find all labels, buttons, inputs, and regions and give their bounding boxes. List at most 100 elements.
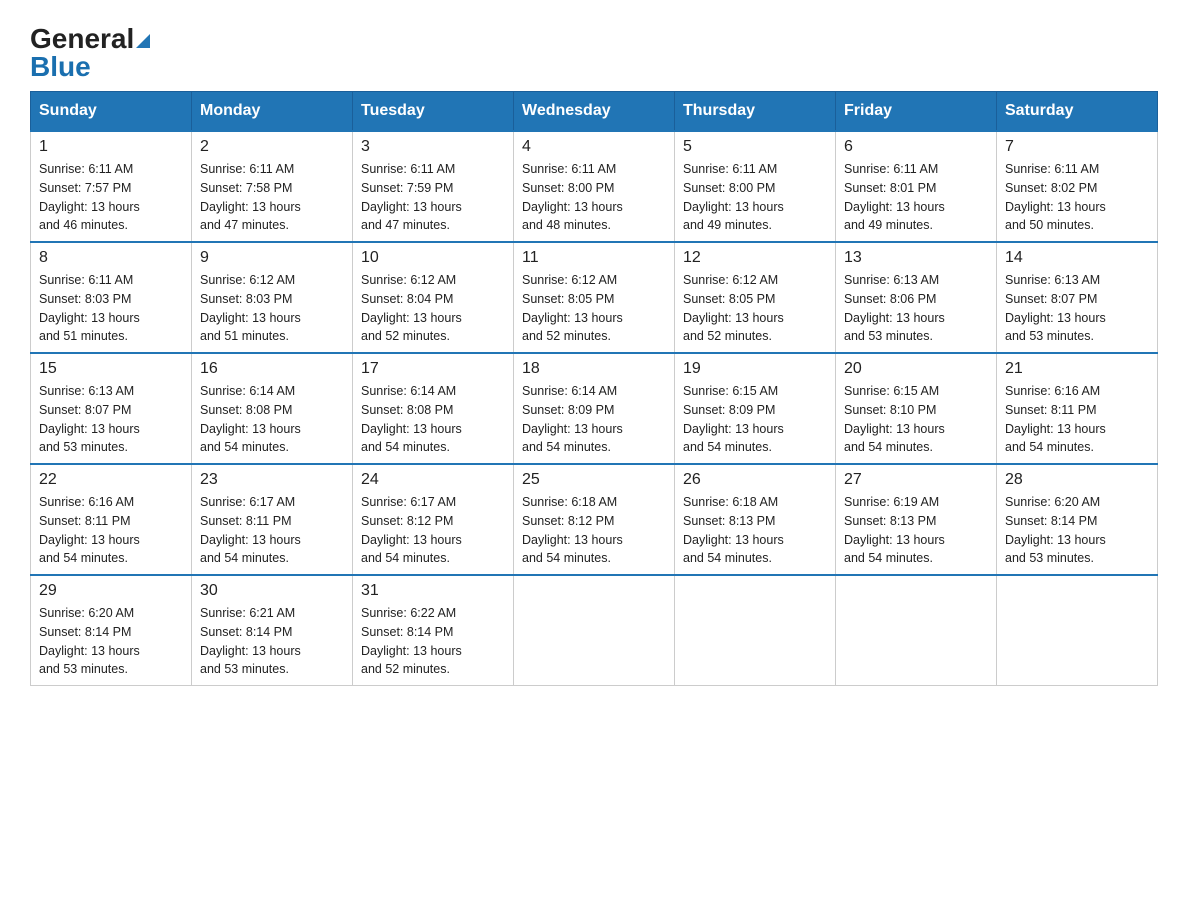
calendar-cell: 26 Sunrise: 6:18 AM Sunset: 8:13 PM Dayl…: [675, 464, 836, 575]
day-info: Sunrise: 6:22 AM Sunset: 8:14 PM Dayligh…: [361, 604, 505, 679]
calendar-cell: 24 Sunrise: 6:17 AM Sunset: 8:12 PM Dayl…: [353, 464, 514, 575]
day-number: 9: [200, 249, 344, 267]
calendar-cell: 25 Sunrise: 6:18 AM Sunset: 8:12 PM Dayl…: [514, 464, 675, 575]
calendar-cell: 28 Sunrise: 6:20 AM Sunset: 8:14 PM Dayl…: [997, 464, 1158, 575]
calendar-cell: 14 Sunrise: 6:13 AM Sunset: 8:07 PM Dayl…: [997, 242, 1158, 353]
day-info: Sunrise: 6:11 AM Sunset: 8:00 PM Dayligh…: [522, 160, 666, 235]
day-info: Sunrise: 6:13 AM Sunset: 8:06 PM Dayligh…: [844, 271, 988, 346]
day-number: 17: [361, 360, 505, 378]
day-number: 21: [1005, 360, 1149, 378]
calendar-cell: 5 Sunrise: 6:11 AM Sunset: 8:00 PM Dayli…: [675, 131, 836, 242]
day-number: 7: [1005, 138, 1149, 156]
calendar-cell: [675, 575, 836, 686]
day-info: Sunrise: 6:15 AM Sunset: 8:09 PM Dayligh…: [683, 382, 827, 457]
calendar-cell: 16 Sunrise: 6:14 AM Sunset: 8:08 PM Dayl…: [192, 353, 353, 464]
calendar-cell: 12 Sunrise: 6:12 AM Sunset: 8:05 PM Dayl…: [675, 242, 836, 353]
calendar-cell: 19 Sunrise: 6:15 AM Sunset: 8:09 PM Dayl…: [675, 353, 836, 464]
day-info: Sunrise: 6:18 AM Sunset: 8:12 PM Dayligh…: [522, 493, 666, 568]
day-info: Sunrise: 6:14 AM Sunset: 8:09 PM Dayligh…: [522, 382, 666, 457]
logo-blue-text: Blue: [30, 53, 91, 81]
logo-general-text: General: [30, 25, 150, 53]
calendar-header-tuesday: Tuesday: [353, 92, 514, 132]
calendar-cell: 10 Sunrise: 6:12 AM Sunset: 8:04 PM Dayl…: [353, 242, 514, 353]
day-number: 6: [844, 138, 988, 156]
day-number: 4: [522, 138, 666, 156]
calendar-cell: 8 Sunrise: 6:11 AM Sunset: 8:03 PM Dayli…: [31, 242, 192, 353]
calendar-cell: 18 Sunrise: 6:14 AM Sunset: 8:09 PM Dayl…: [514, 353, 675, 464]
day-info: Sunrise: 6:12 AM Sunset: 8:05 PM Dayligh…: [522, 271, 666, 346]
day-number: 19: [683, 360, 827, 378]
day-number: 26: [683, 471, 827, 489]
calendar-cell: 30 Sunrise: 6:21 AM Sunset: 8:14 PM Dayl…: [192, 575, 353, 686]
calendar-week-3: 15 Sunrise: 6:13 AM Sunset: 8:07 PM Dayl…: [31, 353, 1158, 464]
calendar-cell: 20 Sunrise: 6:15 AM Sunset: 8:10 PM Dayl…: [836, 353, 997, 464]
day-info: Sunrise: 6:18 AM Sunset: 8:13 PM Dayligh…: [683, 493, 827, 568]
day-number: 29: [39, 582, 183, 600]
day-info: Sunrise: 6:17 AM Sunset: 8:12 PM Dayligh…: [361, 493, 505, 568]
day-number: 18: [522, 360, 666, 378]
day-info: Sunrise: 6:11 AM Sunset: 8:01 PM Dayligh…: [844, 160, 988, 235]
calendar-cell: 3 Sunrise: 6:11 AM Sunset: 7:59 PM Dayli…: [353, 131, 514, 242]
day-info: Sunrise: 6:11 AM Sunset: 8:03 PM Dayligh…: [39, 271, 183, 346]
day-info: Sunrise: 6:12 AM Sunset: 8:03 PM Dayligh…: [200, 271, 344, 346]
day-number: 11: [522, 249, 666, 267]
calendar-week-2: 8 Sunrise: 6:11 AM Sunset: 8:03 PM Dayli…: [31, 242, 1158, 353]
day-number: 31: [361, 582, 505, 600]
day-number: 12: [683, 249, 827, 267]
calendar-cell: 4 Sunrise: 6:11 AM Sunset: 8:00 PM Dayli…: [514, 131, 675, 242]
day-info: Sunrise: 6:20 AM Sunset: 8:14 PM Dayligh…: [39, 604, 183, 679]
day-number: 25: [522, 471, 666, 489]
calendar-header-thursday: Thursday: [675, 92, 836, 132]
calendar-week-4: 22 Sunrise: 6:16 AM Sunset: 8:11 PM Dayl…: [31, 464, 1158, 575]
day-info: Sunrise: 6:11 AM Sunset: 7:57 PM Dayligh…: [39, 160, 183, 235]
calendar-header-friday: Friday: [836, 92, 997, 132]
day-number: 14: [1005, 249, 1149, 267]
calendar-header-saturday: Saturday: [997, 92, 1158, 132]
day-info: Sunrise: 6:11 AM Sunset: 7:59 PM Dayligh…: [361, 160, 505, 235]
day-number: 30: [200, 582, 344, 600]
calendar-header-row: SundayMondayTuesdayWednesdayThursdayFrid…: [31, 92, 1158, 132]
calendar-cell: 27 Sunrise: 6:19 AM Sunset: 8:13 PM Dayl…: [836, 464, 997, 575]
calendar-cell: 2 Sunrise: 6:11 AM Sunset: 7:58 PM Dayli…: [192, 131, 353, 242]
day-info: Sunrise: 6:13 AM Sunset: 8:07 PM Dayligh…: [39, 382, 183, 457]
day-number: 16: [200, 360, 344, 378]
calendar-cell: 11 Sunrise: 6:12 AM Sunset: 8:05 PM Dayl…: [514, 242, 675, 353]
day-number: 23: [200, 471, 344, 489]
day-number: 8: [39, 249, 183, 267]
calendar-header-sunday: Sunday: [31, 92, 192, 132]
day-info: Sunrise: 6:16 AM Sunset: 8:11 PM Dayligh…: [1005, 382, 1149, 457]
day-info: Sunrise: 6:11 AM Sunset: 8:02 PM Dayligh…: [1005, 160, 1149, 235]
calendar-cell: [514, 575, 675, 686]
calendar-cell: 15 Sunrise: 6:13 AM Sunset: 8:07 PM Dayl…: [31, 353, 192, 464]
day-number: 27: [844, 471, 988, 489]
day-number: 28: [1005, 471, 1149, 489]
day-info: Sunrise: 6:20 AM Sunset: 8:14 PM Dayligh…: [1005, 493, 1149, 568]
day-info: Sunrise: 6:21 AM Sunset: 8:14 PM Dayligh…: [200, 604, 344, 679]
calendar-cell: 21 Sunrise: 6:16 AM Sunset: 8:11 PM Dayl…: [997, 353, 1158, 464]
day-number: 2: [200, 138, 344, 156]
calendar-cell: 23 Sunrise: 6:17 AM Sunset: 8:11 PM Dayl…: [192, 464, 353, 575]
day-number: 15: [39, 360, 183, 378]
day-info: Sunrise: 6:14 AM Sunset: 8:08 PM Dayligh…: [361, 382, 505, 457]
calendar-cell: 17 Sunrise: 6:14 AM Sunset: 8:08 PM Dayl…: [353, 353, 514, 464]
day-info: Sunrise: 6:11 AM Sunset: 8:00 PM Dayligh…: [683, 160, 827, 235]
day-number: 24: [361, 471, 505, 489]
day-info: Sunrise: 6:19 AM Sunset: 8:13 PM Dayligh…: [844, 493, 988, 568]
calendar-cell: 1 Sunrise: 6:11 AM Sunset: 7:57 PM Dayli…: [31, 131, 192, 242]
calendar-cell: 13 Sunrise: 6:13 AM Sunset: 8:06 PM Dayl…: [836, 242, 997, 353]
day-number: 20: [844, 360, 988, 378]
day-info: Sunrise: 6:12 AM Sunset: 8:04 PM Dayligh…: [361, 271, 505, 346]
calendar-week-1: 1 Sunrise: 6:11 AM Sunset: 7:57 PM Dayli…: [31, 131, 1158, 242]
day-info: Sunrise: 6:17 AM Sunset: 8:11 PM Dayligh…: [200, 493, 344, 568]
day-info: Sunrise: 6:11 AM Sunset: 7:58 PM Dayligh…: [200, 160, 344, 235]
day-info: Sunrise: 6:15 AM Sunset: 8:10 PM Dayligh…: [844, 382, 988, 457]
day-info: Sunrise: 6:12 AM Sunset: 8:05 PM Dayligh…: [683, 271, 827, 346]
day-number: 10: [361, 249, 505, 267]
calendar-header-wednesday: Wednesday: [514, 92, 675, 132]
day-number: 3: [361, 138, 505, 156]
calendar-cell: 7 Sunrise: 6:11 AM Sunset: 8:02 PM Dayli…: [997, 131, 1158, 242]
day-info: Sunrise: 6:14 AM Sunset: 8:08 PM Dayligh…: [200, 382, 344, 457]
page-header: General Blue: [30, 20, 1158, 81]
calendar-cell: [997, 575, 1158, 686]
calendar-week-5: 29 Sunrise: 6:20 AM Sunset: 8:14 PM Dayl…: [31, 575, 1158, 686]
